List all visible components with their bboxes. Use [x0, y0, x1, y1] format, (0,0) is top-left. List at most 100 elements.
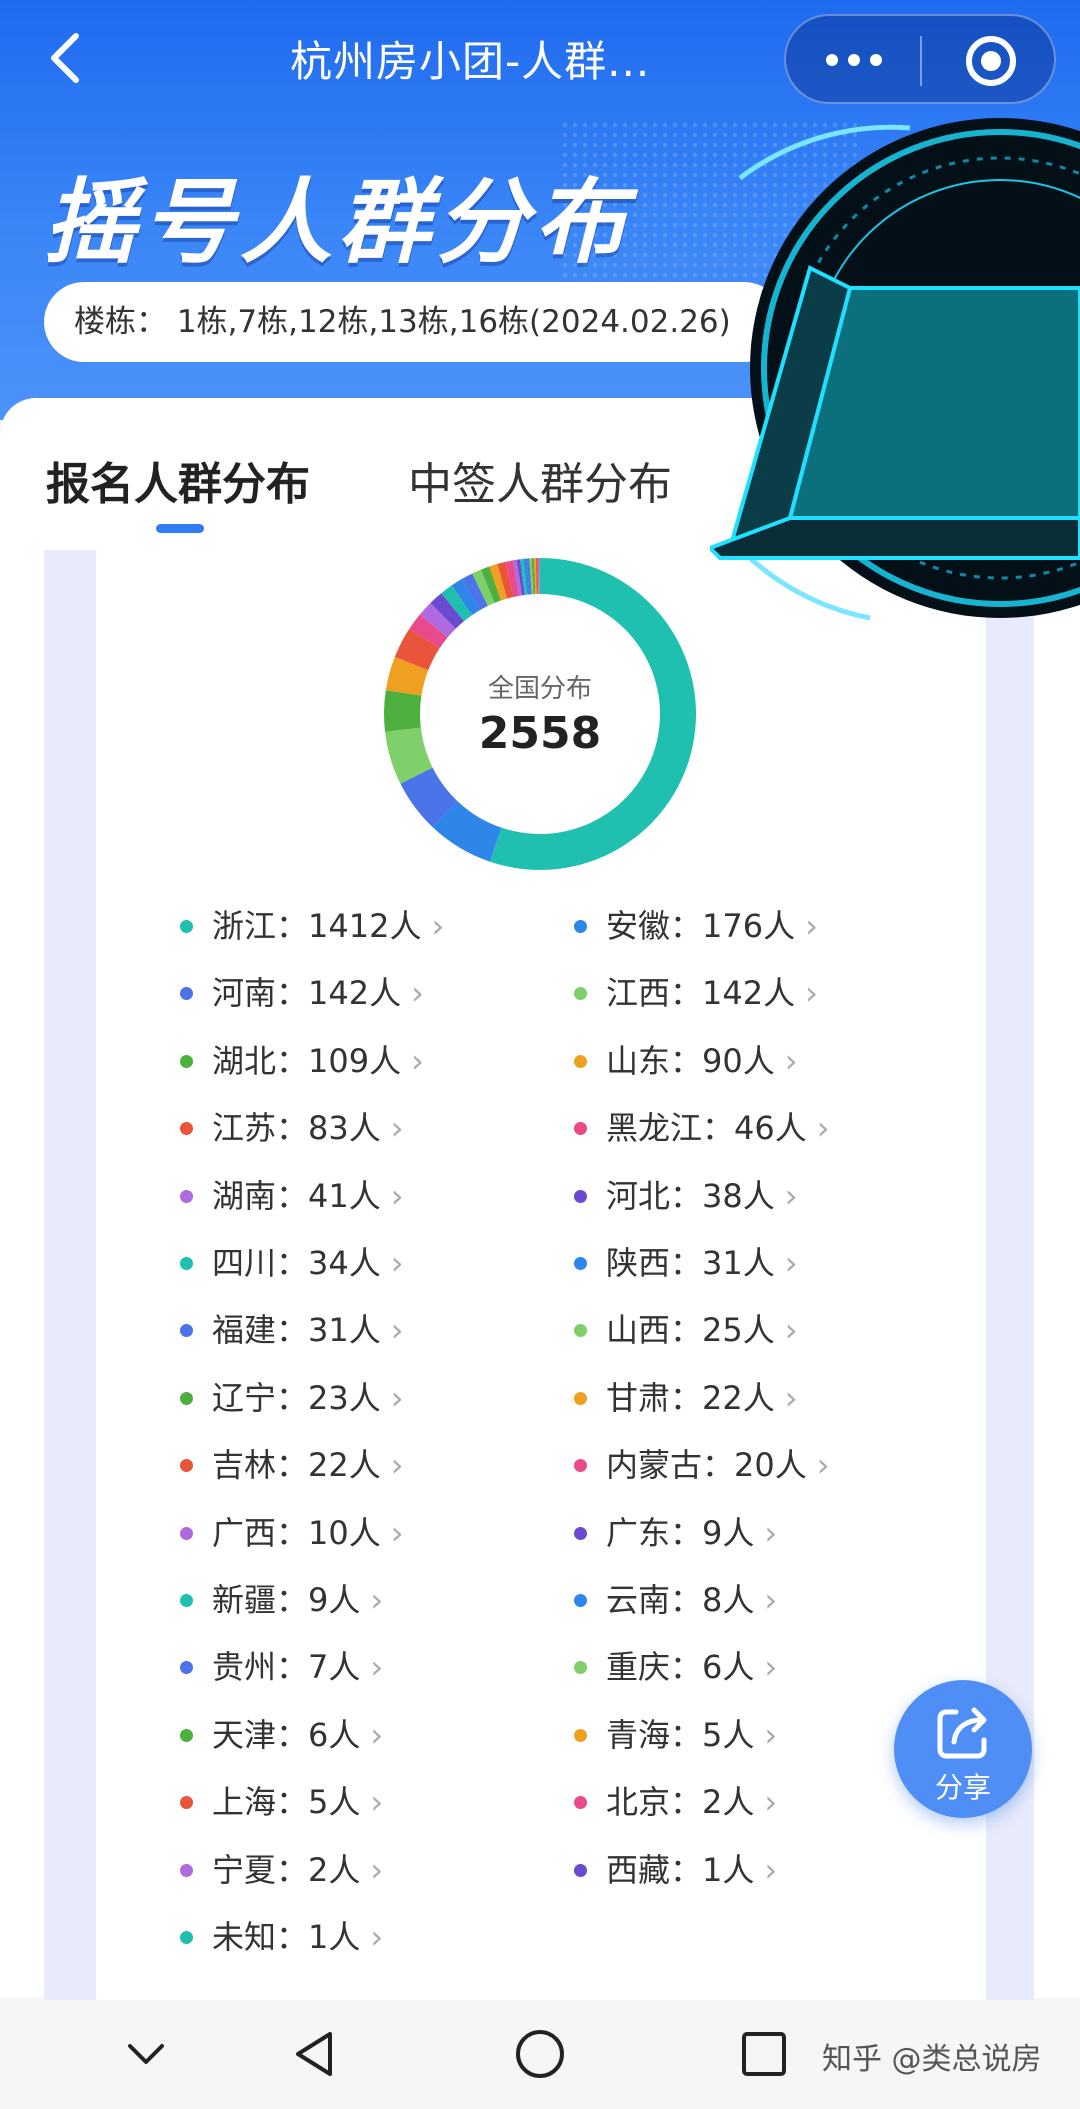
- share-label: 分享: [934, 1771, 991, 1804]
- chevron-right-icon: ›: [370, 1648, 384, 1687]
- chevron-right-icon: ›: [764, 1648, 778, 1687]
- legend-label: 江西：142人 ›: [606, 965, 818, 1021]
- watermark-text: 知乎 @类总说房: [822, 2042, 1042, 2077]
- legend-label: 新疆：9人 ›: [212, 1572, 383, 1628]
- legend-dot: [180, 1257, 193, 1270]
- legend-label: 黑龙江：46人 ›: [606, 1100, 830, 1156]
- legend-label: 北京：2人 ›: [606, 1774, 777, 1830]
- chevron-right-icon: ›: [816, 1109, 830, 1148]
- system-navigation-bar: 知乎 @类总说房: [0, 2000, 1080, 2109]
- legend-label: 辽宁：23人 ›: [212, 1370, 404, 1426]
- building-filter[interactable]: 楼栋： 1栋,7栋,12栋,13栋,16栋(2024.02.26): [44, 282, 784, 362]
- legend-label: 河南：142人 ›: [212, 965, 424, 1021]
- chevron-right-icon: ›: [805, 907, 818, 945]
- chevron-right-icon: ›: [370, 1918, 384, 1956]
- chevron-right-icon: ›: [390, 1311, 404, 1350]
- chevron-right-icon: ›: [390, 1446, 404, 1485]
- legend-label: 山西：25人 ›: [606, 1302, 798, 1358]
- legend-label: 浙江：1412人 ›: [212, 898, 444, 954]
- legend-label: 青海：5人 ›: [606, 1707, 777, 1763]
- legend-label: 重庆：6人 ›: [606, 1639, 777, 1695]
- chevron-right-icon: ›: [764, 1783, 778, 1822]
- legend-dot: [574, 1257, 587, 1270]
- legend-label: 未知：1人 ›: [212, 1909, 383, 1965]
- legend-label: 湖北：109人 ›: [212, 1033, 424, 1089]
- chevron-right-icon: ›: [370, 1783, 384, 1822]
- donut-center-label: 全国分布: [487, 674, 592, 704]
- legend-label: 湖南：41人 ›: [212, 1168, 404, 1224]
- tab-winning-distribution[interactable]: 中签人群分布: [408, 448, 672, 512]
- legend-dot: [574, 1594, 587, 1607]
- legend-label: 山东：90人 ›: [606, 1033, 798, 1089]
- legend-dot: [180, 1728, 193, 1742]
- chevron-right-icon: ›: [784, 1041, 798, 1080]
- legend-dot: [180, 1863, 193, 1877]
- legend-label: 吉林：22人 ›: [212, 1437, 404, 1493]
- back-button[interactable]: [44, 30, 88, 86]
- share-button[interactable]: 分享: [894, 1680, 1032, 1818]
- chevron-right-icon: ›: [411, 974, 424, 1013]
- chevron-right-icon: ›: [370, 1715, 384, 1754]
- capsule-menu: [784, 14, 1056, 104]
- chevron-right-icon: ›: [370, 1581, 384, 1619]
- chevron-right-icon: ›: [390, 1378, 404, 1417]
- legend-dot: [180, 1391, 193, 1405]
- donut-center-total: 2558: [478, 708, 602, 759]
- legend-dot: [574, 1054, 587, 1068]
- legend-label: 河北：38人 ›: [606, 1168, 798, 1224]
- legend-dot: [574, 1189, 587, 1203]
- legend-dot: [180, 1931, 193, 1944]
- chevron-right-icon: ›: [784, 1378, 798, 1417]
- chevron-right-icon: ›: [816, 1446, 830, 1485]
- legend-dot: [574, 1863, 587, 1877]
- chevron-right-icon: ›: [784, 1244, 798, 1282]
- back-triangle-icon[interactable]: [288, 2026, 344, 2082]
- legend-label: 广东：9人 ›: [606, 1505, 777, 1561]
- share-icon: [937, 1707, 987, 1759]
- legend-dot: [574, 1526, 587, 1540]
- more-dots-icon[interactable]: [826, 50, 886, 70]
- chevron-right-icon: ›: [390, 1109, 404, 1148]
- chevron-right-icon: ›: [764, 1715, 778, 1754]
- chevron-down-icon[interactable]: [118, 2026, 174, 2082]
- legend-dot: [180, 1594, 193, 1607]
- legend-label: 内蒙古：20人 ›: [606, 1437, 830, 1493]
- chevron-right-icon: ›: [764, 1850, 778, 1889]
- chevron-right-icon: ›: [784, 1311, 798, 1350]
- page-title: 杭州房小团-人群...: [290, 37, 651, 86]
- legend-dot: [180, 1526, 193, 1540]
- legend-label: 天津：6人 ›: [212, 1707, 383, 1763]
- chevron-right-icon: ›: [411, 1041, 424, 1080]
- capsule-divider: [920, 36, 922, 86]
- donut-slice: [384, 690, 422, 732]
- legend-label: 甘肃：22人 ›: [606, 1370, 798, 1426]
- mini-program-nav-bar: 杭州房小团-人群...: [0, 0, 1080, 118]
- legend-label: 江苏：83人 ›: [212, 1100, 404, 1156]
- legend-label: 广西：10人 ›: [212, 1505, 404, 1561]
- legend-label: 贵州：7人 ›: [212, 1639, 383, 1695]
- chevron-right-icon: ›: [764, 1513, 778, 1552]
- legend-label: 陕西：31人 ›: [606, 1235, 798, 1291]
- legend-label: 上海：5人 ›: [212, 1774, 383, 1830]
- legend-dot: [180, 1189, 193, 1203]
- legend-dot: [180, 920, 193, 933]
- chevron-right-icon: ›: [805, 974, 818, 1013]
- chevron-right-icon: ›: [390, 1513, 404, 1552]
- legend-dot: [180, 1054, 193, 1068]
- legend-label: 云南：8人 ›: [606, 1572, 777, 1628]
- recents-square-icon[interactable]: [736, 2026, 792, 2082]
- close-target-icon[interactable]: [966, 36, 1016, 86]
- legend-label: 福建：31人 ›: [212, 1302, 404, 1358]
- home-circle-icon[interactable]: [512, 2026, 568, 2082]
- tab-registration-distribution[interactable]: 报名人群分布: [46, 448, 310, 512]
- legend-label: 四川：34人 ›: [212, 1235, 404, 1291]
- legend-label: 宁夏：2人 ›: [212, 1842, 383, 1898]
- banner-title: 摇号人群分布: [44, 169, 633, 276]
- legend-dot: [574, 1728, 587, 1742]
- chevron-right-icon: ›: [431, 907, 445, 945]
- legend-dot: [574, 1391, 587, 1405]
- cyber-decoration: [710, 118, 1080, 621]
- active-tab-indicator: [156, 524, 204, 533]
- chevron-right-icon: ›: [390, 1244, 404, 1282]
- chevron-right-icon: ›: [390, 1176, 404, 1215]
